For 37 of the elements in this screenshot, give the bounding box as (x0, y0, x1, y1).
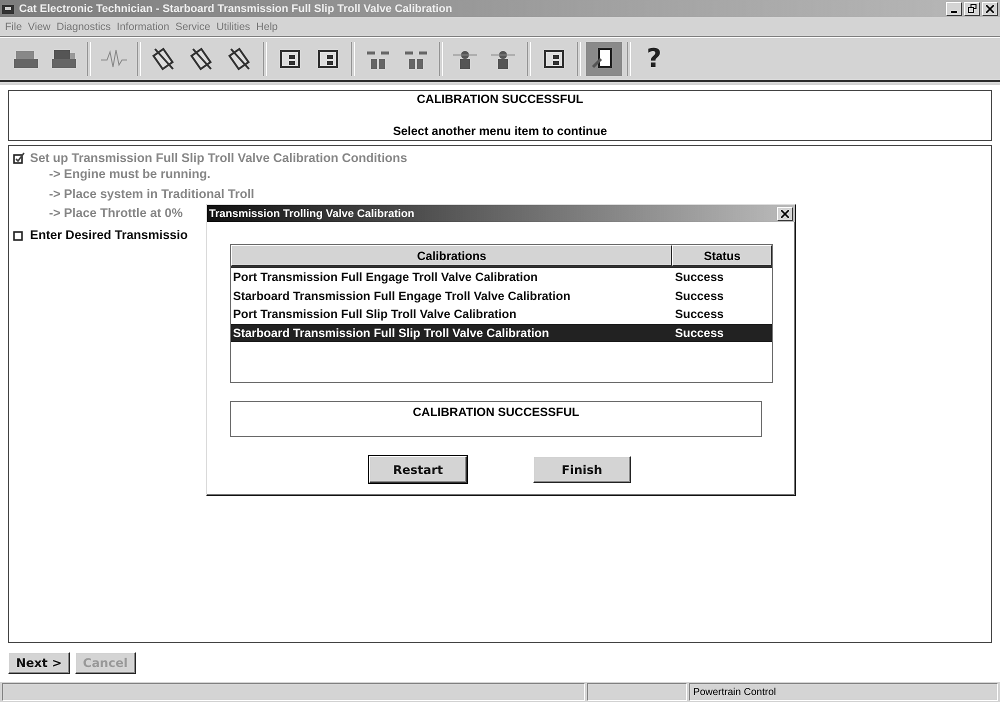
table-cell-text: Success (674, 270, 724, 284)
wizard-button[interactable]: Next > (8, 652, 70, 674)
table-cell-text: Starboard Transmission Full Engage Troll Valve Calibration (232, 288, 572, 303)
step-instruction: -> Engine must be running. (49, 167, 210, 183)
step-label: Set up Transmission Full Slip Troll Valve Calibration Conditions (30, 150, 408, 164)
minimize-button[interactable] (946, 2, 962, 16)
column-header[interactable]: Calibrations (231, 245, 672, 266)
close-icon (781, 210, 789, 218)
restore-button[interactable] (964, 2, 980, 16)
banner-message: Select another menu item to continue (392, 124, 608, 138)
table-cell-text: Success (674, 326, 724, 340)
column-header[interactable]: Status (672, 245, 772, 266)
step-instruction: -> Place system in Traditional Troll (49, 186, 254, 203)
app-icon (2, 2, 16, 14)
step-label: Enter Desired Transmissio (30, 228, 188, 242)
toolbar-button[interactable] (586, 42, 622, 76)
dialog-title: Transmission Trolling Valve Calibration (209, 208, 414, 220)
banner-title: CALIBRATION SUCCESSFUL (416, 92, 584, 106)
step-instruction: -> Place Throttle at 0% (49, 206, 183, 222)
checkbox[interactable] (13, 229, 25, 241)
close-button[interactable] (777, 206, 793, 220)
status-panel: Powertrain Control (689, 683, 998, 701)
table-cell-text: Port Transmission Full Slip Troll Valve Calibration (232, 307, 518, 322)
close-icon (986, 4, 994, 12)
dialog-button[interactable]: Restart (369, 456, 467, 483)
table-cell-text: Port Transmission Full Engage Troll Valve Calibration (232, 270, 539, 284)
table-cell-text: Success (674, 288, 724, 303)
window-title: Cat Electronic Technician - Starboard Transmission Full Slip Troll Valve Calibration (19, 2, 454, 14)
table-cell-text: Starboard Transmission Full Slip Troll Valve Calibration (232, 326, 550, 340)
help-button[interactable]: ? (636, 42, 672, 76)
table-row[interactable]: Starboard Transmission Full Slip Troll Valve Calibration Success (231, 324, 772, 342)
restore-icon (968, 4, 976, 13)
close-button[interactable] (982, 2, 998, 16)
message-text: CALIBRATION SUCCESSFUL (412, 405, 580, 421)
table-cell-text: Success (674, 307, 724, 322)
minimize-icon (951, 10, 957, 12)
dialog-button[interactable]: Finish (533, 456, 631, 483)
